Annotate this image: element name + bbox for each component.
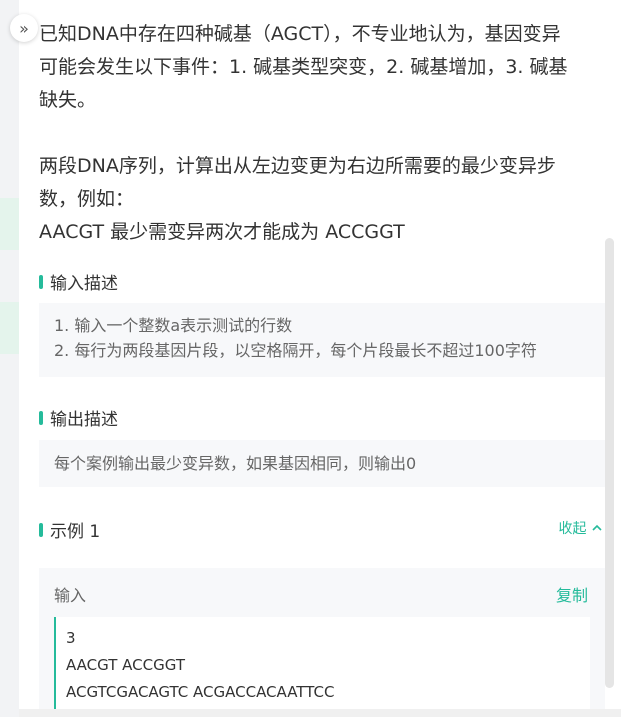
input-description-box: 1. 输入一个整数a表示测试的行数 2. 每行为两段基因片段，以空格隔开，每个片… [39, 303, 605, 377]
double-chevron-right-icon: » [19, 18, 29, 38]
problem-panel: 已知DNA中存在四种碱基（AGCT），不专业地认为，基因变异 可能会发生以下事件… [19, 0, 621, 717]
collapse-label: 收起 [558, 521, 587, 537]
output-description-title: 输出描述 [39, 405, 118, 430]
problem-description: 已知DNA中存在四种碱基（AGCT），不专业地认为，基因变异 可能会发生以下事件… [39, 18, 609, 249]
expand-sidebar-button[interactable]: » [10, 14, 38, 42]
example-title: 示例 1 [39, 517, 100, 542]
section-marker [39, 274, 43, 289]
example-input-box: 输入 复制 3 AACGT ACCGGT ACGTCGACAGTC ACGACC… [39, 568, 605, 717]
input-description-title: 输入描述 [39, 269, 118, 294]
left-sidebar-edge [0, 0, 19, 717]
input-description-line: 1. 输入一个整数a表示测试的行数 [54, 316, 293, 335]
chevron-up-icon [591, 521, 603, 537]
description-line: 已知DNA中存在四种碱基（AGCT），不专业地认为，基因变异 [39, 23, 561, 45]
section-marker [39, 522, 43, 537]
description-line: 可能会发生以下事件：1. 碱基类型突变，2. 碱基增加，3. 碱基 [39, 56, 568, 78]
example-input-label: 输入 [54, 586, 87, 605]
code-line: ACGTCGACAGTC ACGACCACAATTCC [66, 683, 335, 701]
task-line: 数，例如： [39, 188, 135, 210]
description-line: 缺失。 [39, 89, 97, 111]
code-line: AACGT ACCGGT [66, 656, 185, 674]
vertical-scrollbar[interactable] [605, 238, 614, 688]
task-line: AACGT 最少需变异两次才能成为 ACCGGT [39, 221, 405, 243]
input-description-line: 2. 每行为两段基因片段，以空格隔开，每个片段最长不超过100字符 [54, 341, 537, 360]
code-line: 3 [66, 629, 76, 647]
sidebar-highlight [0, 198, 19, 250]
example-code-block: 3 AACGT ACCGGT ACGTCGACAGTC ACGACCACAATT… [54, 617, 590, 717]
output-description-text: 每个案例输出最少变异数，如果基因相同，则输出0 [54, 454, 417, 473]
task-line: 两段DNA序列，计算出从左边变更为右边所需要的最少变异步 [39, 155, 556, 177]
copy-button[interactable]: 复制 [556, 582, 588, 606]
horizontal-scrollbar[interactable] [19, 709, 621, 717]
section-marker [39, 410, 43, 425]
sidebar-highlight [0, 302, 19, 354]
output-description-box: 每个案例输出最少变异数，如果基因相同，则输出0 [39, 440, 605, 487]
collapse-toggle[interactable]: 收起 [559, 518, 603, 538]
